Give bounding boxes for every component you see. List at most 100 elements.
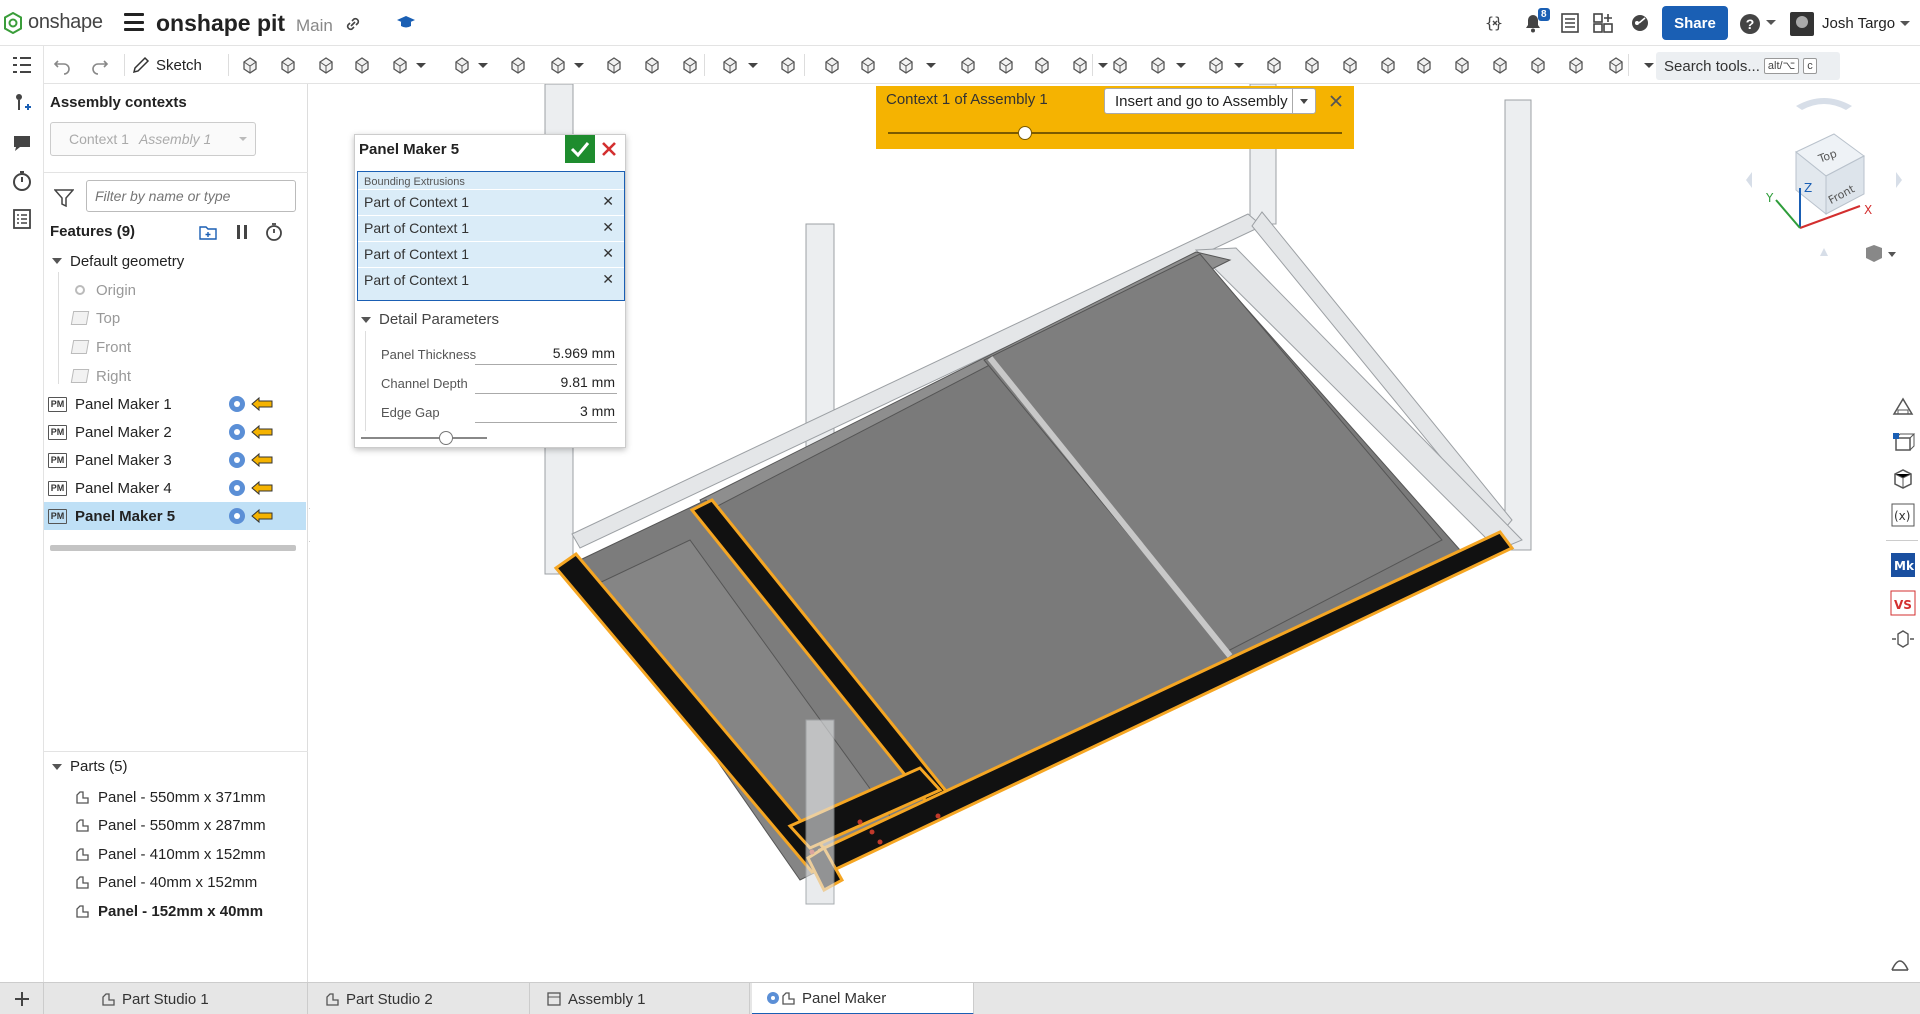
extrude-icon[interactable] — [240, 55, 260, 75]
delete-part-icon[interactable] — [958, 55, 978, 75]
chevron-down-icon[interactable] — [361, 316, 371, 323]
tree-plane-right[interactable]: Right — [44, 362, 306, 390]
parameter-value-field[interactable]: 3 mm — [475, 403, 617, 423]
tool-menu-caret[interactable] — [1234, 63, 1244, 68]
remove-selection-icon[interactable]: ✕ — [602, 219, 614, 236]
dialog-slider-track[interactable] — [361, 437, 487, 439]
assembly-context-select[interactable]: Context 1 Assembly 1 — [50, 122, 256, 156]
feature-panel-maker-5[interactable]: PM Panel Maker 5 — [44, 502, 306, 530]
chevron-down-icon[interactable] — [1300, 99, 1308, 104]
enclose-icon[interactable] — [1340, 55, 1360, 75]
split-icon[interactable] — [858, 55, 878, 75]
selection-item[interactable]: Part of Context 1 ✕ — [358, 241, 624, 265]
tool-menu-caret[interactable] — [748, 63, 758, 68]
parameter-value-field[interactable]: 9.81 mm — [475, 374, 617, 394]
composite-part-icon[interactable] — [1414, 55, 1434, 75]
boolean-icon[interactable] — [822, 55, 842, 75]
app-mk-icon[interactable]: Mk — [1890, 552, 1916, 578]
chevron-down-icon[interactable] — [52, 763, 62, 770]
feature-panel-maker-1[interactable]: PM Panel Maker 1 — [44, 390, 306, 418]
tree-origin[interactable]: Origin — [44, 276, 306, 304]
variables-icon[interactable]: {} — [1484, 12, 1506, 34]
replace-face-icon[interactable] — [1070, 55, 1090, 75]
cylinder-icon[interactable] — [1264, 55, 1284, 75]
confirm-button[interactable] — [565, 135, 595, 163]
context-slider-track[interactable] — [888, 132, 1342, 134]
tool-menu-caret[interactable] — [926, 63, 936, 68]
bounding-extrusions-selection[interactable]: Bounding Extrusions Part of Context 1 ✕ Pa… — [357, 171, 625, 301]
dialog-slider-handle[interactable] — [439, 431, 453, 445]
configurations-icon[interactable] — [1890, 430, 1916, 456]
linear-pattern-icon[interactable] — [720, 55, 740, 75]
search-tools-button[interactable]: Search tools... alt/⌥ c — [1656, 52, 1840, 80]
variable-icon[interactable] — [1378, 55, 1398, 75]
document-tasks-icon[interactable] — [1559, 12, 1581, 34]
thicken-icon[interactable] — [390, 55, 410, 75]
add-folder-icon[interactable] — [198, 222, 218, 242]
menu-icon[interactable] — [124, 13, 144, 31]
revolve-icon[interactable] — [278, 55, 298, 75]
rollback-timer-icon[interactable] — [11, 170, 33, 192]
tool-menu-caret[interactable] — [1098, 63, 1108, 68]
filter-icon[interactable] — [54, 189, 74, 207]
link-icon[interactable] — [344, 15, 362, 33]
part-item[interactable]: Panel - 152mm x 40mm — [74, 900, 263, 922]
tree-plane-top[interactable]: Top — [44, 304, 306, 332]
tool-menu-caret[interactable] — [1176, 63, 1186, 68]
rib-icon[interactable] — [604, 55, 624, 75]
selection-item[interactable]: Part of Context 1 ✕ — [358, 267, 624, 291]
learning-center-icon[interactable] — [396, 14, 416, 32]
parameter-value-field[interactable]: 5.969 mm — [475, 345, 617, 365]
help-menu-caret[interactable] — [1766, 20, 1776, 25]
help-icon[interactable]: ? — [1740, 14, 1760, 34]
chamfer-icon[interactable] — [508, 55, 528, 75]
bill-of-materials-icon[interactable] — [11, 208, 33, 230]
branch-name[interactable]: Main — [296, 16, 333, 36]
fillet-icon[interactable] — [452, 55, 472, 75]
redo-icon[interactable] — [90, 55, 110, 75]
insert-and-go-button[interactable]: Insert and go to Assembly — [1104, 88, 1316, 114]
tool-menu-caret[interactable] — [416, 63, 426, 68]
custom-feature-icon[interactable] — [1566, 55, 1586, 75]
user-name[interactable]: Josh Targo — [1822, 15, 1895, 32]
comments-icon[interactable] — [11, 132, 33, 154]
part-item[interactable]: Panel - 550mm x 287mm — [74, 814, 266, 836]
close-icon[interactable] — [1328, 93, 1344, 109]
cancel-button[interactable] — [599, 139, 619, 159]
tree-plane-front[interactable]: Front — [44, 333, 306, 361]
remove-selection-icon[interactable]: ✕ — [602, 193, 614, 210]
tab-assembly-1[interactable]: Assembly 1 — [532, 983, 750, 1014]
helix-icon[interactable] — [1206, 55, 1226, 75]
detail-parameters-header[interactable]: Detail Parameters — [361, 311, 499, 328]
tab-panel-maker[interactable]: Panel Maker — [752, 983, 974, 1014]
selection-item[interactable]: Part of Context 1 ✕ — [358, 215, 624, 239]
mate-connector-icon[interactable] — [1148, 55, 1168, 75]
measure-icon[interactable] — [1890, 954, 1910, 972]
hole-icon[interactable] — [680, 55, 700, 75]
plane-tool-icon[interactable] — [1110, 55, 1130, 75]
user-menu-caret[interactable] — [1900, 21, 1910, 26]
add-tab-button[interactable] — [0, 983, 44, 1014]
remove-selection-icon[interactable]: ✕ — [602, 271, 614, 288]
onshape-logo[interactable]: onshape — [4, 11, 103, 34]
feature-list-scrollbar[interactable] — [50, 545, 296, 551]
parts-header[interactable]: Parts (5) — [44, 758, 128, 775]
feature-panel-maker-2[interactable]: PM Panel Maker 2 — [44, 418, 306, 446]
app-vs-icon[interactable]: VS — [1890, 590, 1916, 616]
tab-part-studio-1[interactable]: Part Studio 1 — [86, 983, 308, 1014]
shell-icon[interactable] — [642, 55, 662, 75]
view-cube[interactable]: Top Front Z X Y — [1736, 96, 1912, 256]
sketch-button[interactable]: Sketch — [132, 54, 202, 76]
exploded-view-icon[interactable] — [1890, 626, 1916, 652]
insert-mate-icon[interactable] — [11, 92, 33, 114]
chevron-down-icon[interactable] — [52, 258, 62, 264]
variable-table-icon[interactable]: (x) — [1890, 502, 1916, 528]
section-icon[interactable] — [1302, 55, 1322, 75]
view-options-icon[interactable] — [1862, 244, 1898, 264]
part-item[interactable]: Panel - 40mm x 152mm — [74, 871, 257, 893]
sweep-icon[interactable] — [316, 55, 336, 75]
document-title[interactable]: onshape pit — [156, 10, 285, 37]
user-avatar[interactable] — [1790, 12, 1814, 36]
feature-list-icon[interactable] — [11, 54, 33, 76]
app-store-icon[interactable] — [1592, 12, 1614, 34]
